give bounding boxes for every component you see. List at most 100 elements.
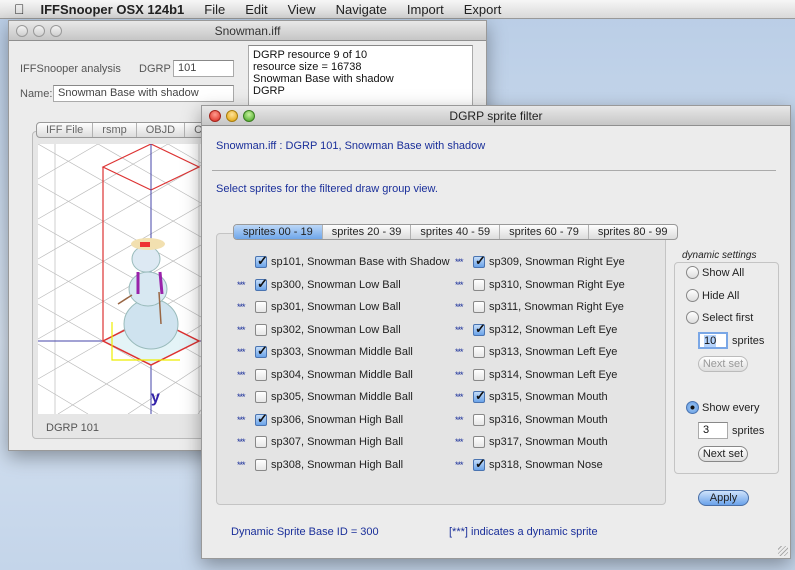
sprite-row[interactable]: *** sp309, Snowman Right Eye <box>455 253 625 270</box>
sprite-row[interactable]: *** sp303, Snowman Middle Ball <box>237 343 413 360</box>
sprite-checkbox[interactable] <box>255 323 267 336</box>
sprite-label: sp101, Snowman Base with Shadow <box>271 256 450 268</box>
sprite-filter-window: DGRP sprite filter Snowman.iff : DGRP 10… <box>201 105 791 559</box>
sprite-row[interactable]: sp101, Snowman Base with Shadow <box>237 253 450 270</box>
dynamic-marker: *** <box>237 302 246 312</box>
tab-sprites-40-59[interactable]: sprites 40 - 59 <box>411 225 501 239</box>
sprite-label: sp314, Snowman Left Eye <box>489 368 618 381</box>
menu-view[interactable]: View <box>288 2 316 17</box>
sprite-label: sp309, Snowman Right Eye <box>489 256 625 268</box>
sprite-label: sp315, Snowman Mouth <box>489 391 608 403</box>
menu-navigate[interactable]: Navigate <box>336 2 387 17</box>
tab-sprites-00-19[interactable]: sprites 00 - 19 <box>234 225 323 239</box>
sprite-checkbox[interactable] <box>473 253 486 269</box>
menu-export[interactable]: Export <box>464 2 502 17</box>
hide-all-label: Hide All <box>702 289 740 302</box>
zoom-button[interactable] <box>243 110 255 122</box>
sprite-checkbox[interactable] <box>255 391 267 403</box>
show-all-radio[interactable]: Show All <box>686 266 744 279</box>
sprite-row[interactable]: *** sp317, Snowman Mouth <box>455 434 608 450</box>
tab-sprites-20-39[interactable]: sprites 20 - 39 <box>323 225 412 239</box>
apply-button[interactable]: Apply <box>698 490 749 506</box>
show-every-radio[interactable]: Show every <box>686 401 759 414</box>
sprite-row[interactable]: *** sp310, Snowman Right Eye <box>455 277 625 293</box>
menu-edit[interactable]: Edit <box>245 2 267 17</box>
sprite-label: sp312, Snowman Left Eye <box>489 323 618 336</box>
sprite-label: sp317, Snowman Mouth <box>489 436 608 448</box>
info-line: Snowman Base with shadow <box>253 73 394 85</box>
sprite-checkbox[interactable] <box>473 301 485 313</box>
sprite-checkbox[interactable] <box>255 411 268 427</box>
dynamic-marker: *** <box>237 324 246 335</box>
resize-grip[interactable] <box>778 546 788 556</box>
sprite-row[interactable]: *** sp305, Snowman Middle Ball <box>237 389 413 405</box>
sprite-row[interactable]: *** sp318, Snowman Nose <box>455 456 603 473</box>
tab-sprites-80-99[interactable]: sprites 80 - 99 <box>589 225 677 239</box>
sprite-checkbox[interactable] <box>255 253 268 269</box>
sprite-row[interactable]: *** sp301, Snowman Low Ball <box>237 299 401 315</box>
sprite-label: sp308, Snowman High Ball <box>271 458 404 471</box>
next-set-button-disabled[interactable]: Next set <box>698 356 748 372</box>
dgrp-number-field[interactable]: 101 <box>173 60 234 77</box>
sprite-checkbox[interactable] <box>473 388 486 404</box>
sprite-checkbox[interactable] <box>473 413 485 426</box>
sprite-checkbox[interactable] <box>473 368 485 381</box>
tab-objd[interactable]: OBJD <box>137 123 186 137</box>
dynamic-marker: *** <box>237 279 246 290</box>
select-first-radio[interactable]: Select first <box>686 311 753 324</box>
close-button[interactable] <box>209 110 221 122</box>
menu-app-name[interactable]: IFFSnooper OSX 124b1 <box>41 2 185 17</box>
tab-sprites-60-79[interactable]: sprites 60 - 79 <box>500 225 589 239</box>
sprite-checkbox[interactable] <box>255 343 268 359</box>
close-button[interactable] <box>16 25 28 37</box>
radio-circle <box>686 289 699 302</box>
sprite-row[interactable]: *** sp312, Snowman Left Eye <box>455 321 618 338</box>
select-first-count-field[interactable]: 10 <box>698 332 728 349</box>
next-set-button[interactable]: Next set <box>698 446 748 462</box>
sprite-label: sp304, Snowman Middle Ball <box>271 368 413 381</box>
minimize-button[interactable] <box>33 25 45 37</box>
sprite-checkbox[interactable] <box>255 458 267 471</box>
sprite-row[interactable]: *** sp307, Snowman High Ball <box>237 434 403 450</box>
tab-rsmp[interactable]: rsmp <box>93 123 137 137</box>
sprite-row[interactable]: *** sp313, Snowman Left Eye <box>455 344 617 360</box>
sprite-checkbox[interactable] <box>255 436 267 448</box>
sprite-checkbox[interactable] <box>255 276 268 292</box>
sprite-row[interactable]: *** sp311, Snowman Right Eye <box>455 299 624 315</box>
filter-header: Snowman.iff : DGRP 101, Snowman Base wit… <box>216 140 486 152</box>
sprite-label: sp313, Snowman Left Eye <box>489 346 618 358</box>
apple-icon[interactable]:  <box>14 1 25 17</box>
dynamic-marker: *** <box>455 392 464 402</box>
sprite-row[interactable]: *** sp316, Snowman Mouth <box>455 412 608 428</box>
dynamic-marker: *** <box>237 347 246 357</box>
dynamic-marker: *** <box>237 414 246 425</box>
show-every-count-field[interactable]: 3 <box>698 422 728 439</box>
sprite-row[interactable]: *** sp304, Snowman Middle Ball <box>237 367 413 383</box>
minimize-button[interactable] <box>226 110 238 122</box>
sprite-checkbox[interactable] <box>255 301 267 313</box>
zoom-button[interactable] <box>50 25 62 37</box>
filter-window-titlebar[interactable]: DGRP sprite filter <box>202 106 790 126</box>
sprite-checkbox[interactable] <box>473 456 486 472</box>
sprite-checkbox[interactable] <box>473 436 485 448</box>
sprite-range-tabs: sprites 00 - 19 sprites 20 - 39 sprites … <box>233 224 678 240</box>
tab-iff-file[interactable]: IFF File <box>37 123 94 137</box>
sprite-row[interactable]: *** sp315, Snowman Mouth <box>455 388 608 405</box>
menu-import[interactable]: Import <box>407 2 444 17</box>
menu-file[interactable]: File <box>204 2 225 17</box>
sprite-label: sp302, Snowman Low Ball <box>271 323 401 336</box>
main-window-titlebar[interactable]: Snowman.iff <box>9 21 486 41</box>
name-field[interactable]: Snowman Base with shadow <box>53 85 234 102</box>
sprite-row[interactable]: *** sp308, Snowman High Ball <box>237 457 403 473</box>
sprite-row[interactable]: *** sp314, Snowman Left Eye <box>455 367 617 383</box>
sprite-row[interactable]: *** sp306, Snowman High Ball <box>237 411 403 428</box>
sprite-row[interactable]: *** sp300, Snowman Low Ball <box>237 276 401 293</box>
sprite-checkbox[interactable] <box>473 321 486 337</box>
sprite-checkbox[interactable] <box>473 346 485 358</box>
sprite-checkbox[interactable] <box>255 368 267 381</box>
info-line: resource size = 16738 <box>253 61 362 73</box>
hide-all-radio[interactable]: Hide All <box>686 289 739 302</box>
sprite-label: sp316, Snowman Mouth <box>489 413 608 426</box>
sprite-checkbox[interactable] <box>473 278 485 291</box>
sprite-row[interactable]: *** sp302, Snowman Low Ball <box>237 322 401 338</box>
